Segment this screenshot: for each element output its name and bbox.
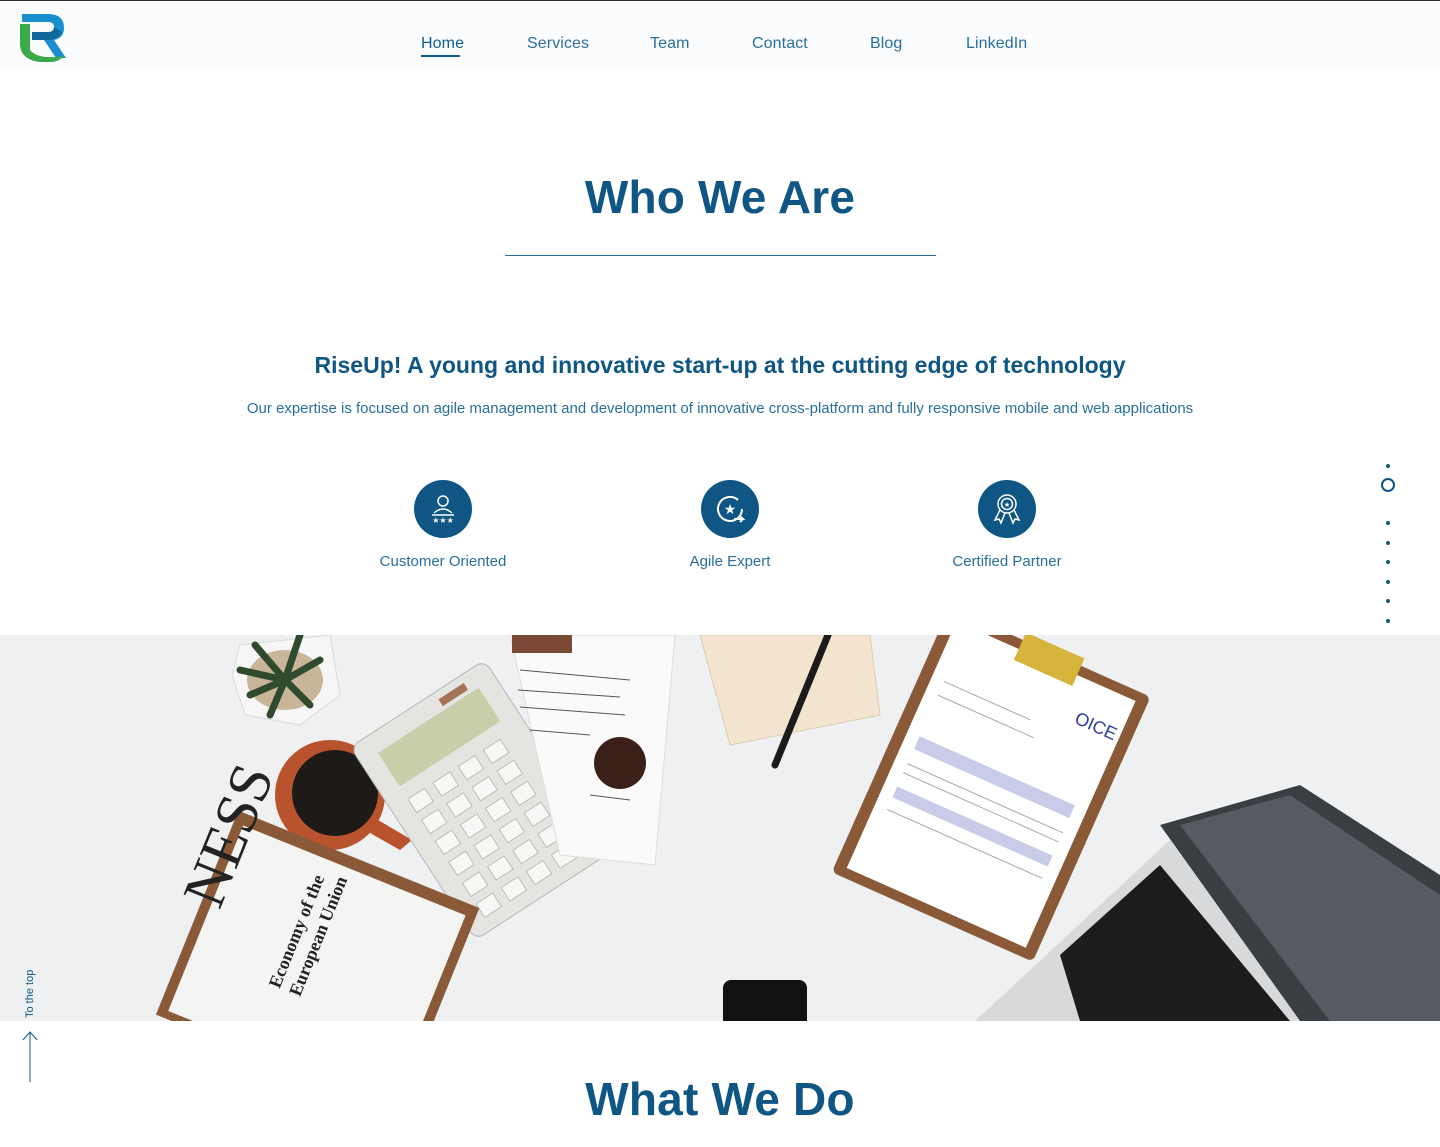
section-dot[interactable] — [1386, 521, 1390, 525]
tagline: RiseUp! A young and innovative start-up … — [314, 352, 1126, 378]
section-dot[interactable] — [1386, 560, 1390, 564]
section-dot[interactable] — [1386, 619, 1390, 623]
office-desk-image: OICE NESS Economy of the European Union — [0, 635, 1440, 1021]
site-header: Home Services Team Contact Blog LinkedIn — [0, 1, 1440, 69]
section-dot[interactable] — [1386, 541, 1390, 545]
nav-contact[interactable]: Contact — [752, 35, 808, 53]
active-nav-indicator — [421, 55, 460, 57]
svg-text:★: ★ — [724, 502, 737, 518]
svg-text:★★★: ★★★ — [432, 516, 454, 525]
feature-label: Certified Partner — [952, 553, 1062, 570]
section-dot[interactable] — [1386, 599, 1390, 603]
expertise-description: Our expertise is focused on agile manage… — [246, 400, 1194, 417]
nav-linkedin[interactable]: LinkedIn — [966, 35, 1027, 53]
customer-icon: ★★★ — [414, 480, 472, 538]
svg-text:★: ★ — [1004, 501, 1010, 509]
section-dot[interactable] — [1386, 580, 1390, 584]
title-divider — [505, 255, 936, 256]
nav-services[interactable]: Services — [527, 35, 589, 53]
section-dot[interactable] — [1386, 464, 1390, 468]
feature-certified-partner: ★ Certified Partner — [907, 480, 1107, 570]
feature-label: Agile Expert — [689, 553, 771, 570]
feature-agile-expert: ★ Agile Expert — [630, 480, 830, 570]
nav-home[interactable]: Home — [421, 35, 464, 53]
phone-illustration — [723, 980, 807, 1021]
nav-team[interactable]: Team — [650, 35, 690, 53]
feature-customer-oriented: ★★★ Customer Oriented — [343, 480, 543, 570]
agile-icon: ★ — [701, 480, 759, 538]
nav-blog[interactable]: Blog — [870, 35, 902, 53]
to-the-top-link[interactable]: To the top — [18, 960, 42, 1090]
feature-label: Customer Oriented — [379, 553, 507, 570]
to-top-label: To the top — [24, 969, 36, 1018]
certified-icon: ★ — [978, 480, 1036, 538]
main-nav: Home Services Team Contact Blog LinkedIn — [0, 35, 1440, 59]
arrow-up-icon — [22, 1031, 38, 1082]
who-we-are-title: Who We Are — [584, 171, 856, 223]
section-dot-active[interactable] — [1381, 478, 1395, 492]
what-we-do-title: What We Do — [585, 1073, 855, 1125]
section-dot-nav — [1378, 460, 1398, 650]
